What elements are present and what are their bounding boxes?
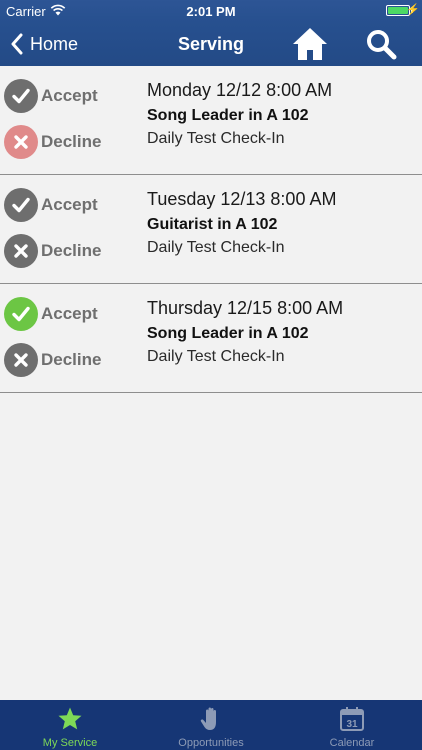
assignment-info: Thursday 12/15 8:00 AM Song Leader in A … (147, 298, 343, 366)
clock: 2:01 PM (186, 4, 236, 19)
assignment-row: Accept Decline Thursday 12/15 8:00 AM So… (0, 284, 422, 393)
calendar-icon: 31 (340, 707, 364, 731)
tab-bar: My Service Opportunities 31 Calendar (0, 700, 422, 750)
hand-icon (200, 707, 216, 730)
accept-label: Accept (41, 86, 98, 105)
status-bar: Carrier 2:01 PM ⚡ (0, 0, 422, 22)
assignment-role: Song Leader in A 102 (147, 325, 309, 342)
search-icon[interactable] (365, 28, 397, 60)
x-circle-icon (4, 343, 38, 377)
tab-my-service[interactable]: My Service (0, 700, 140, 750)
navigation-bar: Home Serving (0, 22, 422, 66)
assignment-event: Daily Test Check-In (147, 130, 285, 147)
star-icon (58, 707, 82, 730)
assignment-event: Daily Test Check-In (147, 348, 285, 365)
chevron-left-icon (11, 33, 23, 55)
check-circle-icon (4, 188, 38, 222)
tab-calendar[interactable]: 31 Calendar (282, 700, 422, 750)
assignment-info: Tuesday 12/13 8:00 AM Guitarist in A 102… (147, 189, 336, 257)
assignment-role: Song Leader in A 102 (147, 107, 309, 124)
tab-label: Opportunities (178, 737, 244, 749)
assignment-date: Monday 12/12 8:00 AM (147, 80, 333, 100)
check-circle-icon (4, 79, 38, 113)
decline-label: Decline (41, 350, 102, 369)
accept-button[interactable]: Accept (4, 297, 98, 331)
accept-button[interactable]: Accept (4, 79, 98, 113)
tab-label: My Service (42, 737, 98, 749)
calendar-day: 31 (346, 719, 358, 730)
home-icon[interactable] (291, 26, 329, 62)
check-circle-icon (4, 297, 38, 331)
assignment-list: Accept Decline Monday 12/12 8:00 AM Song… (0, 66, 422, 393)
accept-button[interactable]: Accept (4, 188, 98, 222)
assignment-role: Guitarist in A 102 (147, 216, 278, 233)
x-circle-icon (4, 125, 38, 159)
tab-opportunities[interactable]: Opportunities (141, 700, 281, 750)
assignment-date: Tuesday 12/13 8:00 AM (147, 189, 337, 209)
charging-icon: ⚡ (406, 4, 420, 16)
decline-button[interactable]: Decline (4, 125, 101, 159)
assignment-row: Accept Decline Tuesday 12/13 8:00 AM Gui… (0, 175, 422, 284)
decline-label: Decline (41, 241, 102, 260)
decline-button[interactable]: Decline (4, 234, 101, 268)
decline-button[interactable]: Decline (4, 343, 101, 377)
accept-label: Accept (41, 304, 98, 323)
assignment-row: Accept Decline Monday 12/12 8:00 AM Song… (0, 66, 422, 175)
back-button[interactable]: Home (10, 31, 78, 57)
decline-label: Decline (41, 132, 102, 151)
back-label: Home (30, 33, 79, 54)
tab-label: Calendar (329, 737, 375, 749)
accept-label: Accept (41, 195, 98, 214)
x-circle-icon (4, 234, 38, 268)
assignment-date: Thursday 12/15 8:00 AM (147, 298, 344, 318)
assignment-event: Daily Test Check-In (147, 239, 285, 256)
assignment-info: Monday 12/12 8:00 AM Song Leader in A 10… (147, 80, 332, 148)
